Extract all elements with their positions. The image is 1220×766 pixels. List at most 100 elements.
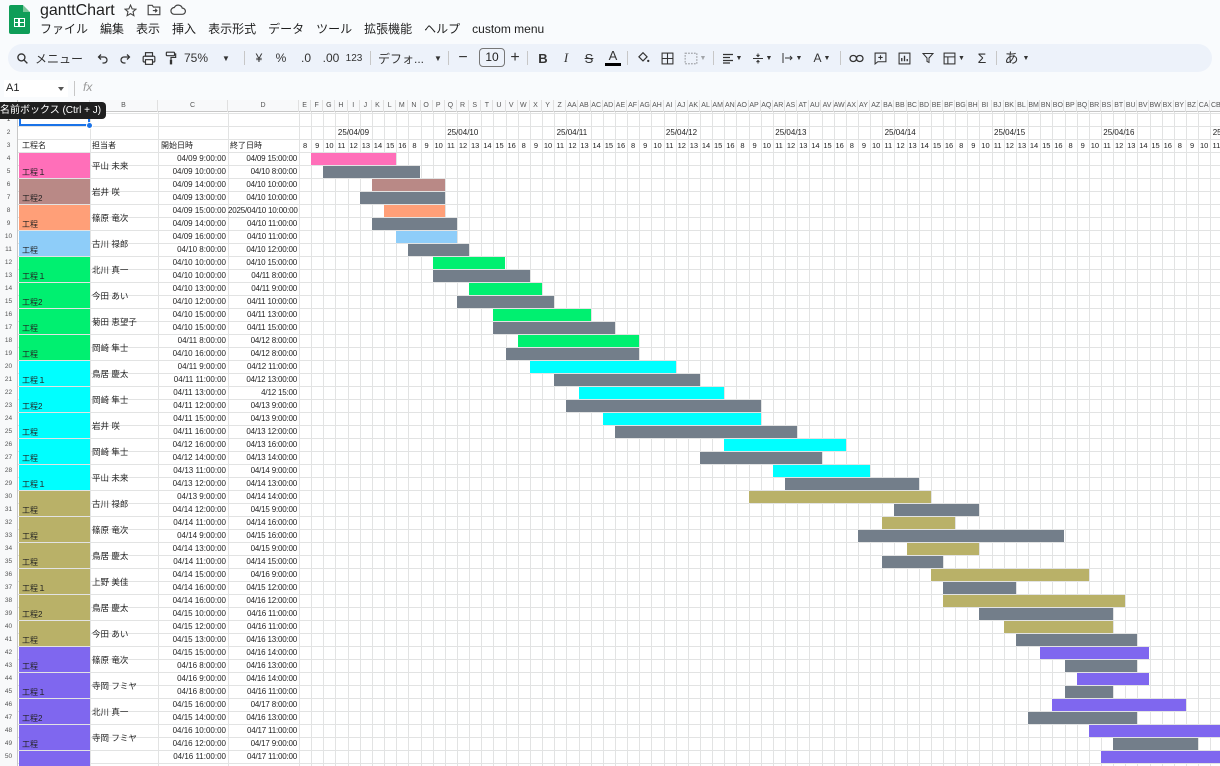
column-header[interactable]: AQ bbox=[761, 100, 773, 112]
row-header[interactable]: 27 bbox=[0, 451, 17, 464]
redo-icon[interactable] bbox=[115, 44, 135, 72]
end-datetime[interactable]: 04/16 12:00:00 bbox=[228, 594, 299, 607]
column-header[interactable]: S bbox=[469, 100, 482, 112]
column-header[interactable]: AM bbox=[712, 100, 725, 112]
text-rotation-icon[interactable]: A ▼ bbox=[809, 44, 835, 72]
text-color-icon[interactable]: A bbox=[604, 44, 622, 72]
owner-name[interactable]: 北川 真一 bbox=[92, 706, 128, 719]
row-header[interactable]: 49 bbox=[0, 737, 17, 750]
row-header[interactable]: 33 bbox=[0, 529, 17, 542]
decrease-font-size-icon[interactable]: − bbox=[455, 44, 471, 72]
start-datetime[interactable]: 04/15 14:00:00 bbox=[158, 711, 228, 724]
start-datetime[interactable]: 04/14 16:00:00 bbox=[158, 594, 228, 607]
end-datetime[interactable]: 04/16 11:00:00 bbox=[228, 620, 299, 633]
column-header[interactable]: BY bbox=[1174, 100, 1186, 112]
horizontal-align-icon[interactable]: ▼ bbox=[719, 44, 745, 72]
end-datetime[interactable]: 04/12 13:00:00 bbox=[228, 373, 299, 386]
column-header[interactable]: AO bbox=[736, 100, 749, 112]
column-header[interactable]: BV bbox=[1137, 100, 1150, 112]
start-datetime[interactable]: 04/16 8:00:00 bbox=[158, 659, 228, 672]
fill-handle[interactable] bbox=[86, 122, 93, 129]
start-datetime[interactable]: 04/11 9:00:00 bbox=[158, 360, 228, 373]
owner-name[interactable]: 平山 未来 bbox=[92, 472, 128, 485]
end-datetime[interactable]: 04/16 14:00:00 bbox=[228, 646, 299, 659]
end-datetime[interactable]: 04/12 8:00:00 bbox=[228, 347, 299, 360]
column-header[interactable]: AH bbox=[651, 100, 664, 112]
row-header[interactable]: 16 bbox=[0, 308, 17, 321]
row-header[interactable]: 24 bbox=[0, 412, 17, 425]
column-header[interactable]: X bbox=[530, 100, 543, 112]
column-header[interactable]: H bbox=[335, 100, 348, 112]
owner-name[interactable]: 篠原 竜次 bbox=[92, 524, 128, 537]
start-datetime[interactable]: 04/09 9:00:00 bbox=[158, 152, 228, 165]
start-datetime[interactable]: 04/11 11:00:00 bbox=[158, 373, 228, 386]
row-header[interactable]: 3 bbox=[0, 139, 17, 152]
process-cell[interactable] bbox=[19, 751, 90, 766]
column-header[interactable]: AS bbox=[785, 100, 798, 112]
column-header[interactable]: D bbox=[228, 100, 299, 112]
end-datetime[interactable]: 04/10 12:00:00 bbox=[228, 243, 299, 256]
menu-item[interactable]: データ bbox=[262, 21, 310, 37]
owner-name[interactable]: 寺岡 フミヤ bbox=[92, 680, 137, 693]
start-datetime[interactable]: 04/14 11:00:00 bbox=[158, 516, 228, 529]
bold-icon[interactable]: B bbox=[534, 44, 552, 72]
column-header[interactable]: J bbox=[360, 100, 372, 112]
start-datetime[interactable]: 04/10 12:00:00 bbox=[158, 295, 228, 308]
row-header[interactable]: 36 bbox=[0, 568, 17, 581]
start-datetime[interactable]: 04/10 15:00:00 bbox=[158, 308, 228, 321]
end-datetime[interactable]: 04/11 10:00:00 bbox=[228, 295, 299, 308]
column-header[interactable]: L bbox=[384, 100, 397, 112]
row-header[interactable]: 44 bbox=[0, 672, 17, 685]
row-header[interactable]: 40 bbox=[0, 620, 17, 633]
end-datetime[interactable]: 04/13 16:00:00 bbox=[228, 438, 299, 451]
menu-item[interactable]: ヘルプ bbox=[418, 21, 466, 37]
end-datetime[interactable]: 04/16 13:00:00 bbox=[228, 711, 299, 724]
start-datetime[interactable]: 04/14 11:00:00 bbox=[158, 555, 228, 568]
end-datetime[interactable]: 04/14 14:00:00 bbox=[228, 490, 299, 503]
row-header[interactable]: 45 bbox=[0, 685, 17, 698]
column-header[interactable]: BM bbox=[1028, 100, 1041, 112]
row-header[interactable]: 21 bbox=[0, 373, 17, 386]
column-header[interactable]: AX bbox=[846, 100, 858, 112]
column-header[interactable]: AE bbox=[615, 100, 628, 112]
end-datetime[interactable]: 04/17 11:00:00 bbox=[228, 724, 299, 737]
column-header[interactable]: BW bbox=[1150, 100, 1162, 112]
row-header[interactable]: 37 bbox=[0, 581, 17, 594]
end-datetime[interactable]: 04/13 9:00:00 bbox=[228, 412, 299, 425]
column-header[interactable]: Z bbox=[554, 100, 567, 112]
column-header[interactable]: BP bbox=[1065, 100, 1077, 112]
column-header[interactable]: C bbox=[158, 100, 228, 112]
column-header[interactable]: U bbox=[493, 100, 506, 112]
start-datetime[interactable]: 04/09 16:00:00 bbox=[158, 230, 228, 243]
start-datetime[interactable]: 04/10 8:00:00 bbox=[158, 243, 228, 256]
end-datetime[interactable]: 04/16 11:00:00 bbox=[228, 607, 299, 620]
column-header[interactable]: AN bbox=[724, 100, 737, 112]
column-header[interactable]: Q bbox=[445, 100, 457, 112]
start-datetime[interactable]: 04/09 10:00:00 bbox=[158, 165, 228, 178]
increase-font-size-icon[interactable]: + bbox=[507, 44, 523, 72]
owner-name[interactable]: 岩井 咲 bbox=[92, 186, 120, 199]
row-header[interactable]: 48 bbox=[0, 724, 17, 737]
cloud-status-icon[interactable] bbox=[170, 3, 186, 17]
end-datetime[interactable]: 04/16 13:00:00 bbox=[228, 633, 299, 646]
row-header[interactable]: 26 bbox=[0, 438, 17, 451]
column-header[interactable]: BI bbox=[979, 100, 992, 112]
end-datetime[interactable]: 04/15 16:00:00 bbox=[228, 529, 299, 542]
end-datetime[interactable]: 04/11 13:00:00 bbox=[228, 308, 299, 321]
row-header[interactable]: 5 bbox=[0, 165, 17, 178]
zoom-select[interactable]: 75% ▼ bbox=[184, 44, 236, 72]
end-datetime[interactable]: 04/16 13:00:00 bbox=[228, 659, 299, 672]
column-header[interactable]: BT bbox=[1113, 100, 1126, 112]
owner-name[interactable]: 鳥居 慶太 bbox=[92, 368, 128, 381]
column-header[interactable]: AC bbox=[591, 100, 603, 112]
column-header[interactable]: BS bbox=[1101, 100, 1114, 112]
end-datetime[interactable]: 04/13 12:00:00 bbox=[228, 425, 299, 438]
owner-name[interactable]: 寺岡 フミヤ bbox=[92, 732, 137, 745]
menu-item[interactable]: ツール bbox=[310, 21, 358, 37]
column-header[interactable]: AI bbox=[664, 100, 676, 112]
row-header[interactable]: 23 bbox=[0, 399, 17, 412]
end-datetime[interactable]: 04/11 8:00:00 bbox=[228, 269, 299, 282]
start-datetime[interactable]: 04/09 15:00:00 bbox=[158, 204, 228, 217]
increase-decimal-button[interactable]: .00 bbox=[320, 44, 342, 72]
search-menus-button[interactable]: メニュー bbox=[16, 44, 92, 72]
